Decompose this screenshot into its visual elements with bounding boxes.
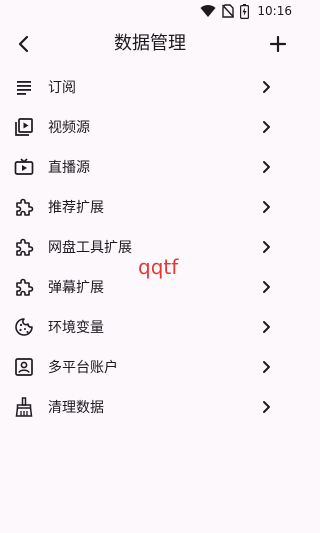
- watermark-text: qqtf: [138, 255, 179, 279]
- wifi-icon: [200, 4, 216, 18]
- extension-icon: [14, 197, 34, 217]
- menu-item-label: 订阅: [48, 80, 76, 96]
- settings-list: 订阅 视频源 直播源 推荐扩展 网盘工具扩展 弹幕扩展 环境变量 多平台账户 清…: [0, 67, 300, 427]
- cleaning-broom-icon: [14, 397, 34, 417]
- battery-charging-icon: [240, 3, 250, 19]
- account-box-icon: [14, 357, 34, 377]
- menu-item-label: 弹幕扩展: [48, 280, 104, 296]
- chevron-right-icon: [258, 119, 274, 135]
- chevron-right-icon: [258, 239, 274, 255]
- no-sim-icon: [222, 4, 235, 18]
- menu-item-label: 直播源: [48, 160, 90, 176]
- video-library-icon: [14, 117, 34, 137]
- menu-item-label: 网盘工具扩展: [48, 240, 132, 256]
- top-app-bar: 数据管理: [0, 24, 300, 64]
- chevron-right-icon: [258, 199, 274, 215]
- menu-item-label: 推荐扩展: [48, 200, 104, 216]
- screen: 10:16 数据管理 订阅 视频源 直播源 推荐扩展 网盘工具扩展 弹幕扩展 环…: [0, 0, 300, 533]
- menu-item-video-source[interactable]: 视频源: [0, 107, 300, 147]
- status-time: 10:16: [257, 4, 292, 18]
- extension-icon: [14, 277, 34, 297]
- live-tv-icon: [14, 157, 34, 177]
- cookie-icon: [14, 317, 34, 337]
- add-icon[interactable]: [266, 32, 290, 56]
- chevron-right-icon: [258, 319, 274, 335]
- menu-item-label: 清理数据: [48, 400, 104, 416]
- menu-item-recommended-extensions[interactable]: 推荐扩展: [0, 187, 300, 227]
- status-bar: 10:16: [0, 0, 300, 22]
- menu-item-label: 多平台账户: [48, 360, 118, 376]
- page-title: 数据管理: [114, 33, 186, 54]
- chevron-right-icon: [258, 279, 274, 295]
- menu-item-label: 视频源: [48, 120, 90, 136]
- menu-item-environment-variables[interactable]: 环境变量: [0, 307, 300, 347]
- extension-icon: [14, 237, 34, 257]
- chevron-right-icon: [258, 359, 274, 375]
- chevron-right-icon: [258, 79, 274, 95]
- chevron-right-icon: [258, 399, 274, 415]
- menu-item-live-source[interactable]: 直播源: [0, 147, 300, 187]
- menu-item-label: 环境变量: [48, 320, 104, 336]
- menu-item-clear-data[interactable]: 清理数据: [0, 387, 300, 427]
- menu-item-subscription[interactable]: 订阅: [0, 67, 300, 107]
- subscription-list-icon: [14, 77, 34, 97]
- menu-item-multi-platform-accounts[interactable]: 多平台账户: [0, 347, 300, 387]
- chevron-right-icon: [258, 159, 274, 175]
